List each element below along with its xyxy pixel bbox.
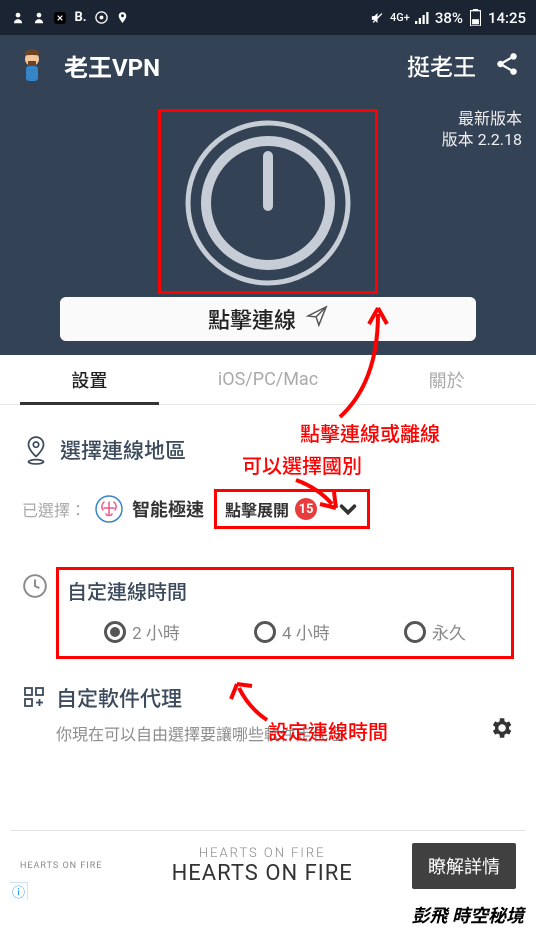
- duration-option-forever[interactable]: 永久: [404, 619, 466, 644]
- ad-banner[interactable]: ⓘ HEARTS ON FIRE HEARTS ON FIRE HEARTS O…: [10, 830, 526, 900]
- connect-button[interactable]: 點擊連線: [60, 297, 476, 341]
- location-pin-icon: [22, 435, 52, 465]
- option-label: 永久: [432, 619, 466, 644]
- ad-subtitle: HEARTS ON FIRE: [112, 846, 412, 861]
- ad-headline: HEARTS ON FIRE: [112, 861, 412, 886]
- option-label: 4 小時: [282, 619, 330, 644]
- tabs: 設置 iOS/PC/Mac 關於: [0, 355, 536, 405]
- share-icon[interactable]: [494, 51, 522, 79]
- network-label: 4G+: [390, 12, 410, 23]
- app-title: 老王VPN: [64, 48, 407, 83]
- ad-info-icon[interactable]: ⓘ: [10, 882, 28, 900]
- region-title: 選擇連線地區: [60, 435, 186, 465]
- watermark: 彭飛 時空秘境: [412, 902, 524, 928]
- duration-section: 自定連線時間 2 小時 4 小時 永久: [56, 567, 514, 659]
- gear-icon[interactable]: [488, 715, 514, 741]
- selected-label: 已選擇：: [22, 497, 86, 521]
- region-section-header: 選擇連線地區: [22, 435, 514, 465]
- radio-icon: [404, 621, 426, 643]
- proxy-desc: 你現在可以自由選擇要讓哪些軟件走代理。: [56, 723, 488, 747]
- tab-platforms[interactable]: iOS/PC/Mac: [179, 355, 358, 404]
- radio-icon: [254, 621, 276, 643]
- power-button[interactable]: [183, 118, 353, 288]
- expand-region-button[interactable]: 點擊展開 15: [214, 489, 370, 529]
- clock-target-icon: [94, 10, 109, 25]
- ad-cta-button[interactable]: 瞭解詳情: [412, 843, 516, 889]
- expand-label: 點擊展開: [225, 497, 289, 521]
- status-left-icons: B.: [10, 10, 130, 25]
- version-label: 最新版本: [442, 109, 522, 130]
- paper-plane-icon: [306, 305, 328, 333]
- chevron-down-icon: [337, 498, 359, 520]
- radio-icon: [104, 621, 126, 643]
- connect-label: 點擊連線: [208, 303, 296, 335]
- duration-option-4h[interactable]: 4 小時: [254, 619, 330, 644]
- app-icon: B.: [73, 10, 88, 25]
- annotation-highlight: [158, 109, 378, 294]
- ad-logo: HEARTS ON FIRE: [20, 861, 102, 871]
- version-value: 版本 2.2.18: [442, 130, 522, 151]
- battery-icon: [468, 10, 483, 25]
- status-bar: B. 4G+ 38% 14:25: [0, 0, 536, 35]
- proxy-title: 自定軟件代理: [56, 683, 488, 713]
- notif-icon: [10, 10, 25, 25]
- option-label: 2 小時: [132, 619, 180, 644]
- tab-about[interactable]: 關於: [357, 355, 536, 404]
- brain-icon: [94, 494, 124, 524]
- duration-title: 自定連線時間: [67, 576, 503, 605]
- apps-grid-icon: [22, 685, 48, 711]
- clock-icon: [22, 573, 48, 599]
- signal-icon: [415, 10, 430, 25]
- duration-option-2h[interactable]: 2 小時: [104, 619, 180, 644]
- clock: 14:25: [488, 9, 526, 27]
- battery-pct: 38%: [435, 9, 463, 27]
- support-button[interactable]: 挺老王: [407, 48, 476, 82]
- app-header: 老王VPN 挺老王: [0, 35, 536, 95]
- selected-region: 智能極速: [132, 496, 204, 522]
- notif-icon: [31, 10, 46, 25]
- avatar-icon: [14, 47, 50, 83]
- mute-icon: [370, 10, 385, 25]
- location-icon: [115, 10, 130, 25]
- region-count-badge: 15: [295, 498, 317, 520]
- region-picker[interactable]: 已選擇： 智能極速 點擊展開 15: [22, 489, 514, 529]
- tab-settings[interactable]: 設置: [0, 355, 179, 404]
- version-info: 最新版本 版本 2.2.18: [442, 109, 522, 151]
- app-icon: [52, 10, 67, 25]
- hero-area: 最新版本 版本 2.2.18 點擊連線: [0, 95, 536, 355]
